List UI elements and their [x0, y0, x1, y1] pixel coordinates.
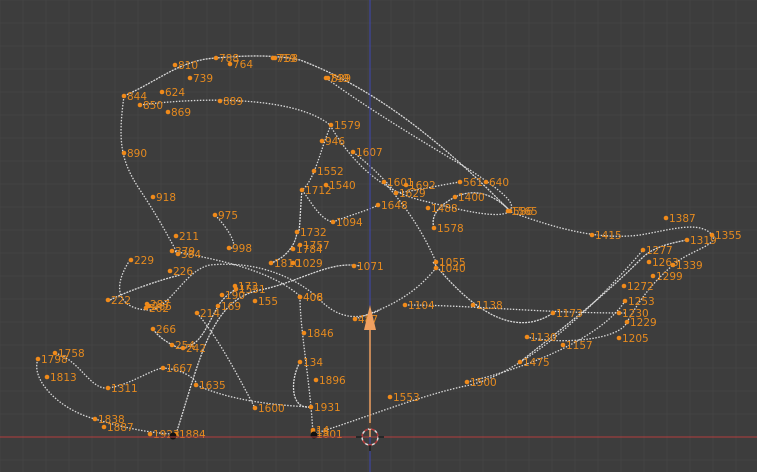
- 3d-viewport[interactable]: 788 719 758 810 739 764 624 844 850 869 889 749 839 1…: [0, 0, 757, 472]
- move-arrow-icon[interactable]: [364, 305, 376, 437]
- viewport-overlays: [0, 0, 757, 472]
